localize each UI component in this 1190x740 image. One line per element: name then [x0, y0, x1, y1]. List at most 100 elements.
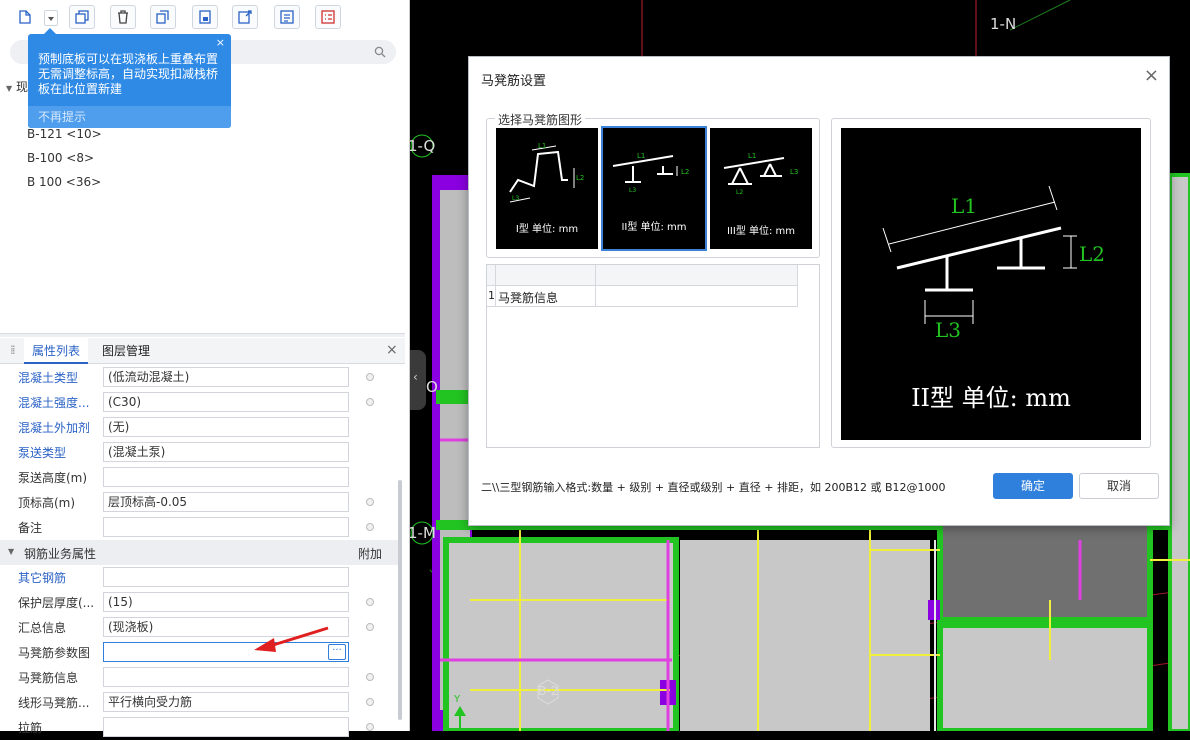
drag-handle-icon[interactable]: ⁞⁞ [10, 343, 15, 357]
delete-button[interactable] [110, 5, 136, 29]
export-button[interactable] [232, 5, 258, 29]
stool-rebar-dialog: 马凳筋设置 × 选择马凳筋图形 L1 L2 L3 I型 单位: mm L1 L2… [468, 56, 1170, 526]
property-value: (无) [108, 420, 130, 434]
shape-group-label: 选择马凳筋图形 [495, 111, 586, 128]
tree-item[interactable]: B 100 <36> [27, 175, 101, 189]
tree-root[interactable]: ▼ 现 [6, 78, 28, 95]
preview-label-l2: L2 [1079, 242, 1106, 266]
duplicate-icon [156, 10, 169, 24]
default-value-dot-icon[interactable] [366, 698, 374, 706]
default-value-dot-icon[interactable] [366, 498, 374, 506]
shape-caption: III型 单位: mm [726, 226, 796, 237]
copy-button[interactable] [69, 5, 95, 29]
property-label: 其它钢筋 [18, 571, 67, 585]
default-value-dot-icon[interactable] [366, 598, 374, 606]
dont-show-again-link[interactable]: 不再提示 [28, 106, 231, 128]
property-row[interactable]: 线形马凳筋... 平行横向受力筋 [0, 690, 398, 715]
tab-layer-manager[interactable]: 图层管理 [94, 338, 158, 364]
preview-caption: II型 单位: mm [911, 384, 1071, 412]
property-value-input[interactable]: 平行横向受力筋 [103, 692, 349, 712]
property-row[interactable]: 其它钢筋 [0, 565, 398, 590]
property-label: 泵送类型 [18, 446, 67, 460]
table-icon [321, 10, 335, 24]
property-row[interactable]: 备注 [0, 515, 398, 540]
property-value-input[interactable] [103, 517, 349, 537]
property-label: 顶标高(m) [18, 496, 76, 510]
collapse-panel-handle[interactable]: ‹ [410, 350, 426, 410]
property-label: 马凳筋信息 [18, 671, 79, 685]
grid-row-number: 1 [488, 289, 495, 302]
axis-label-1q: 1-Q [410, 137, 436, 155]
tooltip-close-button[interactable]: × [216, 36, 225, 49]
shape-option-type-3[interactable]: L1 L3 L2 III型 单位: mm [710, 128, 812, 249]
property-row[interactable]: 马凳筋信息 [0, 665, 398, 690]
input-format-hint: 二\\三型钢筋输入格式:数量 + 级别 + 直径或级别 + 直径 + 排距，如 … [481, 481, 946, 494]
property-row[interactable]: 拉筋 [0, 715, 398, 740]
shape-caption: II型 单位: mm [621, 222, 687, 233]
property-value-input[interactable]: (无) [103, 417, 349, 437]
list-button[interactable] [274, 5, 300, 29]
duplicate-button[interactable] [150, 5, 176, 29]
property-value-input[interactable] [103, 567, 349, 587]
property-value-input[interactable]: (混凝土泵) [103, 442, 349, 462]
axis-label-1n: 1-N [990, 15, 1017, 33]
scrollbar[interactable] [398, 480, 402, 720]
shape-option-type-1[interactable]: L1 L2 L3 I型 单位: mm [496, 128, 598, 249]
preview-label-l3: L3 [935, 318, 962, 342]
property-row[interactable]: 混凝土强度... (C30) [0, 390, 398, 415]
property-value-input[interactable]: (15) [103, 592, 349, 612]
shape-selector-group: 选择马凳筋图形 L1 L2 L3 I型 单位: mm L1 L2 L3 II型 … [486, 111, 820, 258]
chevron-left-icon: ‹ [413, 370, 418, 384]
default-value-dot-icon[interactable] [366, 398, 374, 406]
default-value-dot-icon[interactable] [366, 623, 374, 631]
new-component-button[interactable] [14, 5, 36, 29]
tooltip-message: 预制底板可以在现浇板上重叠布置无需调整标高，自动实现扣减栈桥板在此位置新建 [38, 52, 219, 96]
left-panel: ▼ 现 B-121 <10> B-100 <8> B 100 <36> × 预制… [0, 0, 410, 737]
caret-down-icon: ▼ [6, 84, 13, 93]
property-value-input[interactable]: (C30) [103, 392, 349, 412]
hint-tooltip: × 预制底板可以在现浇板上重叠布置无需调整标高，自动实现扣减栈桥板在此位置新建 … [28, 28, 231, 128]
shape-caption: I型 单位: mm [515, 224, 579, 235]
property-row[interactable]: 泵送类型 (混凝土泵) [0, 440, 398, 465]
svg-text:L3: L3 [790, 168, 798, 176]
shape-option-type-2[interactable]: L1 L2 L3 II型 单位: mm [601, 126, 707, 251]
property-row[interactable]: 保护层厚度(... (15) [0, 590, 398, 615]
property-button[interactable] [315, 5, 341, 29]
property-value-input[interactable] [103, 467, 349, 487]
property-label: 泵送高度(m) [18, 471, 88, 485]
preview-canvas: L1 L2 L3 II型 单位: mm [841, 128, 1141, 440]
property-row[interactable]: 混凝土类型 (低流动混凝土) [0, 365, 398, 390]
svg-text:L2: L2 [736, 189, 743, 196]
property-value: (C30) [108, 395, 142, 409]
property-value-input[interactable]: 层顶标高-0.05 [103, 492, 349, 512]
close-panel-icon[interactable]: × [386, 342, 398, 358]
property-row[interactable]: 混凝土外加剂 (无) [0, 415, 398, 440]
cancel-button[interactable]: 取消 [1079, 473, 1159, 499]
default-value-dot-icon[interactable] [366, 723, 374, 731]
tree-item[interactable]: B-121 <10> [27, 127, 102, 141]
grid-row[interactable]: 1 马凳筋信息 [487, 265, 798, 307]
property-value-input[interactable] [103, 667, 349, 687]
axis-label-1m: 1-M [410, 524, 436, 542]
rebar-section-header[interactable]: ▼ 钢筋业务属性 附加 [0, 540, 398, 565]
default-value-dot-icon[interactable] [366, 523, 374, 531]
red-arrow-annotation [254, 626, 329, 652]
tree-item[interactable]: B-100 <8> [27, 151, 94, 165]
panel-splitter[interactable] [0, 333, 405, 337]
property-tabs: ⁞⁞ 属性列表 图层管理 × [0, 338, 405, 364]
property-value-input[interactable]: (低流动混凝土) [103, 367, 349, 387]
default-value-dot-icon[interactable] [366, 673, 374, 681]
layer-copy-button[interactable] [192, 5, 218, 29]
ok-button[interactable]: 确定 [993, 473, 1073, 499]
default-value-dot-icon[interactable] [366, 373, 374, 381]
svg-text:L2: L2 [576, 174, 584, 182]
property-row[interactable]: 泵送高度(m) [0, 465, 398, 490]
tab-property-list[interactable]: 属性列表 [24, 338, 89, 364]
new-dropdown-button[interactable] [44, 10, 58, 26]
section-extra-label: 附加 [358, 547, 383, 561]
property-label: 马凳筋参数图 [18, 646, 91, 660]
property-value-input[interactable] [103, 717, 349, 737]
floor-copy-icon [199, 10, 211, 24]
dialog-close-button[interactable]: × [1144, 65, 1159, 86]
property-row[interactable]: 顶标高(m) 层顶标高-0.05 [0, 490, 398, 515]
